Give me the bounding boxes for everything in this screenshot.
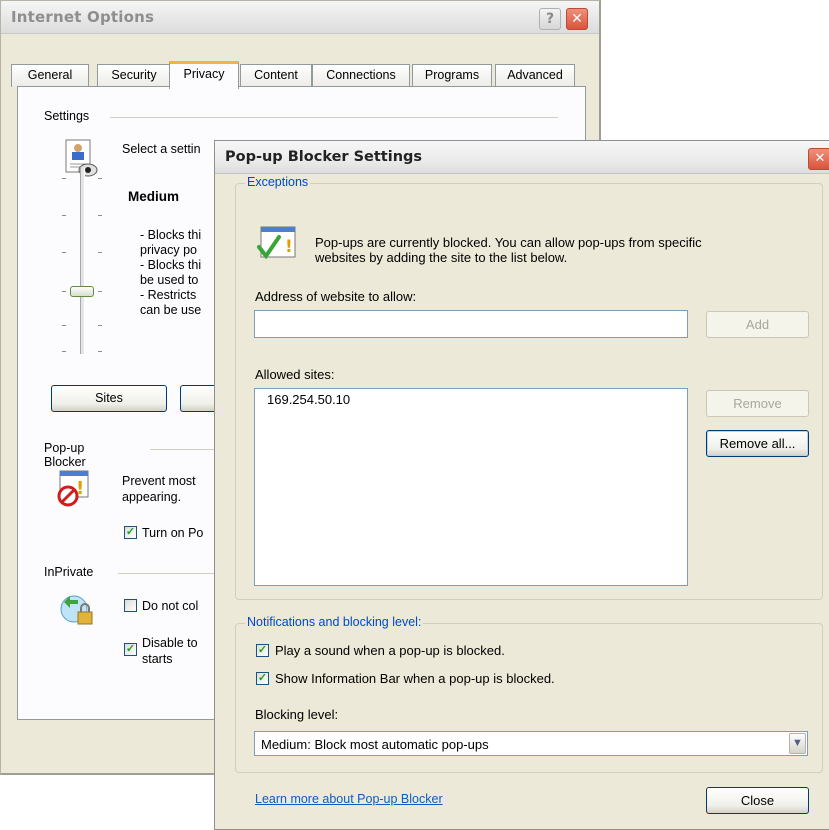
learn-more-link[interactable]: Learn more about Pop-up Blocker [255,792,443,806]
notifications-legend: Notifications and blocking level: [245,615,424,629]
slider-tick [62,351,66,352]
allowed-sites-label: Allowed sites: [255,367,335,382]
exceptions-legend: Exceptions [245,175,311,189]
privacy-desc-line: - Blocks thi [140,258,202,272]
tab-privacy[interactable]: Privacy [169,61,239,89]
slider-tick [62,291,66,292]
address-label: Address of website to allow: [255,289,417,304]
blocking-level-label: Blocking level: [255,707,339,722]
help-icon: ? [545,11,555,27]
slider-tick [98,252,102,253]
privacy-desc-line: privacy po [140,243,197,257]
slider-tick [62,215,66,216]
allowed-sites-list[interactable]: 169.254.50.10 [254,388,688,586]
popup-blocked-icon: ! [57,470,89,507]
privacy-desc-line: - Blocks thi [140,228,202,242]
slider-tick [98,325,102,326]
info-text-line: websites by adding the site to the list … [315,250,568,265]
do-not-collect-label: Do not col [142,599,199,613]
inprivate-group-label: InPrivate [44,565,98,579]
tab-programs[interactable]: Programs [412,64,492,87]
popup-desc-line: appearing. [122,490,182,504]
slider-tick [98,291,102,292]
info-text-line: Pop-ups are currently blocked. You can a… [315,235,702,250]
popup-allowed-icon: ! [257,226,296,260]
add-button[interactable]: Add [706,311,809,338]
check-icon: ✓ [125,643,136,655]
privacy-level-label: Medium [128,189,180,204]
slider-tick [62,178,66,179]
popup-blocker-settings-dialog: Pop-up Blocker Settings ✕ Exceptions ! P… [214,140,829,830]
popup-group-label: Pop-up Blocker [44,441,90,469]
privacy-desc-line: - Restricts [140,288,197,302]
tab-advanced[interactable]: Advanced [495,64,575,87]
close-dialog-button[interactable]: Close [706,787,809,814]
help-button[interactable]: ? [539,8,561,30]
tab-general[interactable]: General [11,64,89,87]
svg-text:!: ! [285,237,293,257]
info-bar-label: Show Information Bar when a pop-up is bl… [275,671,555,686]
close-button[interactable]: ✕ [566,8,588,30]
blocking-level-value: Medium: Block most automatic pop-ups [261,737,489,752]
dialog-title-bar[interactable]: Pop-up Blocker Settings ✕ [215,141,829,174]
popup-desc-line: Prevent most [122,474,196,488]
disable-toolbars-checkbox[interactable]: ✓ [124,643,137,656]
tab-content[interactable]: Content [240,64,312,87]
play-sound-checkbox[interactable]: ✓ [256,644,269,657]
turn-on-popup-checkbox[interactable]: ✓ [124,526,137,539]
dialog-close-button[interactable]: ✕ [808,148,829,170]
settings-divider [110,117,558,118]
check-icon: ✓ [125,526,136,538]
check-icon: ✓ [257,672,268,684]
slider-thumb[interactable] [70,286,94,297]
privacy-desc-line: can be use [140,303,202,317]
dialog-title: Pop-up Blocker Settings [225,149,423,165]
list-item[interactable]: 169.254.50.10 [267,392,675,407]
turn-on-popup-label: Turn on Po [142,526,204,540]
remove-all-button[interactable]: Remove all... [706,430,809,457]
remove-button[interactable]: Remove [706,390,809,417]
chevron-down-icon[interactable]: ▼ [789,733,806,754]
check-icon: ✓ [257,644,268,656]
slider-tick [98,351,102,352]
info-bar-checkbox[interactable]: ✓ [256,672,269,685]
tab-connections[interactable]: Connections [312,64,410,87]
disable-toolbars-label: Disable to [142,636,198,650]
disable-toolbars-label-2: starts [142,652,173,666]
inprivate-lock-icon [60,595,93,625]
sites-button[interactable]: Sites [51,385,167,412]
privacy-desc-line: be used to [140,273,199,287]
slider-tick [62,325,66,326]
slider-track [80,168,85,354]
settings-group-label: Settings [44,109,94,123]
blocking-level-select[interactable]: Medium: Block most automatic pop-ups ▼ [254,731,808,756]
slider-tick [62,252,66,253]
slider-tick [98,178,102,179]
close-icon: ✕ [814,151,826,166]
window-title: Internet Options [11,8,155,26]
select-setting-text: Select a settin [122,142,201,156]
title-bar[interactable]: Internet Options ? ✕ [1,1,599,34]
slider-tick [98,215,102,216]
do-not-collect-checkbox[interactable] [124,599,137,612]
address-input[interactable] [254,310,688,338]
tab-security[interactable]: Security [97,64,171,87]
close-icon: ✕ [571,11,583,27]
play-sound-label: Play a sound when a pop-up is blocked. [275,643,505,658]
